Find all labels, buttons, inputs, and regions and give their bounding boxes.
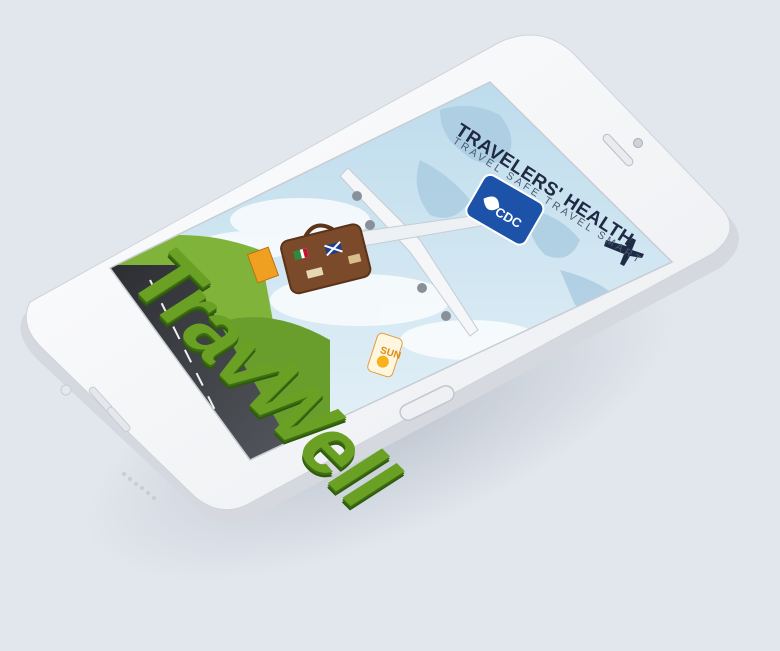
front-camera	[633, 138, 643, 148]
phone-mockup-scene: TRAVELERS' HEALTH TRAVEL SAFE TRAVEL SMA…	[0, 0, 780, 651]
speaker-grille	[122, 472, 156, 500]
mute-switch[interactable]	[60, 384, 72, 396]
